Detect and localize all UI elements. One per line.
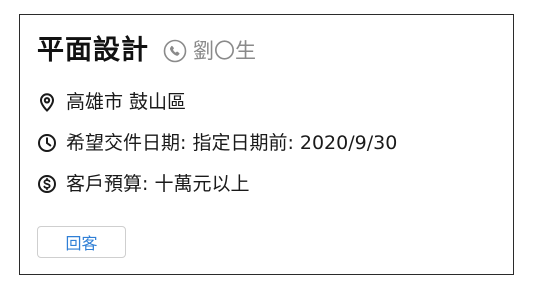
dollar-circle-icon [37,174,57,194]
card-title: 平面設計 [37,35,149,66]
request-card: 平面設計 劉〇生 高雄市 鼓山區 希望交件日期: 指定日期前: 2020/9/3… [19,14,514,275]
detail-location: 高雄市 鼓山區 [37,87,397,117]
detail-location-text: 高雄市 鼓山區 [66,91,187,113]
detail-budget-text: 客戶預算: 十萬元以上 [66,173,250,195]
clock-icon [37,133,57,153]
contact-name: 劉〇生 [193,39,256,63]
phone-icon [163,39,187,63]
location-pin-icon [37,92,57,112]
contact-info: 劉〇生 [163,36,256,66]
reply-button[interactable]: 回客 [37,226,126,258]
detail-deadline-text: 希望交件日期: 指定日期前: 2020/9/30 [66,132,398,154]
card-header: 平面設計 劉〇生 [37,34,256,68]
detail-list: 高雄市 鼓山區 希望交件日期: 指定日期前: 2020/9/30 客戶預算: 十… [37,87,397,210]
detail-budget: 客戶預算: 十萬元以上 [37,169,397,199]
detail-deadline: 希望交件日期: 指定日期前: 2020/9/30 [37,128,397,158]
